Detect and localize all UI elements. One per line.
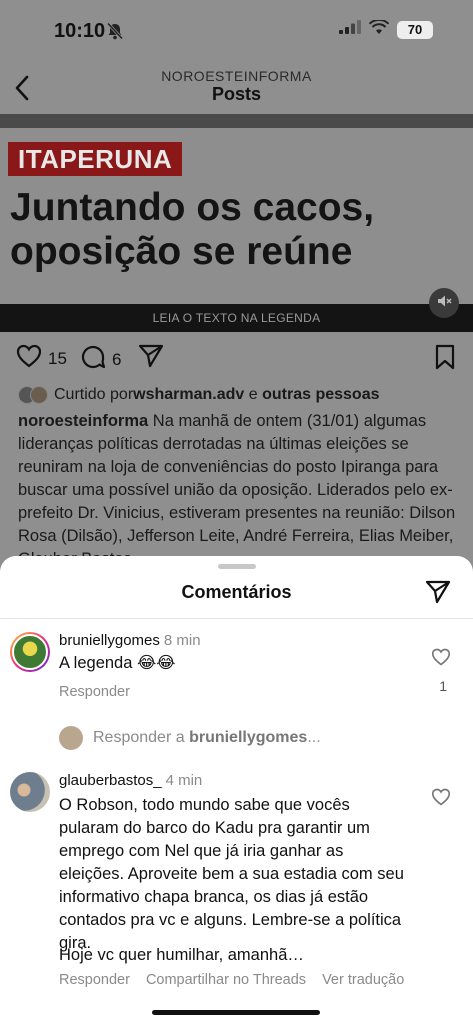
comment-icon [80, 344, 106, 375]
liked-by-prefix: Curtido por [54, 386, 134, 403]
mute-button[interactable] [429, 288, 459, 318]
sheet-title: Comentários [181, 582, 292, 602]
comment-actions: Responder Compartilhar no Threads Ver tr… [59, 972, 404, 988]
status-bar: 10:10 70 [0, 0, 473, 62]
reply-prompt-user: bruniellygomes [189, 729, 308, 746]
headline-line-2: oposição se reúne [10, 230, 353, 273]
headline: Juntando os cacos, oposição se reúne [10, 186, 470, 274]
reply-button[interactable]: Responder [59, 684, 130, 700]
heart-icon[interactable] [431, 648, 451, 671]
image-caption-strip: LEIA O TEXTO NA LEGENDA [0, 304, 473, 332]
avatar-image [12, 634, 48, 670]
liked-by-others[interactable]: outras pessoas [262, 386, 379, 404]
comment-like-count: 1 [439, 678, 447, 694]
comment-text: O Robson, todo mundo sabe que vocês pula… [59, 796, 404, 952]
comment-action[interactable]: 6 [80, 344, 121, 375]
page-title: Posts [211, 84, 262, 104]
city-tag: ITAPERUNA [8, 142, 183, 176]
comment-header: bruniellygomes 8 min [59, 632, 201, 649]
post-actions: 15 6 [0, 344, 473, 374]
reply-button[interactable]: Responder [59, 972, 130, 988]
avatar [59, 726, 83, 750]
home-indicator[interactable] [152, 1010, 320, 1015]
comments-sheet: Comentários bruniellygomes 8 min A legend… [0, 556, 473, 1024]
comment-text-continued: Hoje vc quer humilhar, amanhã… [59, 946, 304, 964]
comment-username[interactable]: bruniellygomes [59, 632, 160, 649]
send-icon[interactable] [138, 344, 164, 368]
caption-text: Na manhã de ontem (31/01) algumas lidera… [18, 412, 456, 568]
comment-count: 6 [112, 349, 122, 369]
comment-username[interactable]: glauberbastos_ [59, 772, 162, 789]
headline-line-1: Juntando os cacos, [10, 186, 375, 229]
header-account-name: NOROESTEINFORMA [161, 68, 312, 84]
liker-avatar [30, 386, 48, 404]
comment-header: glauberbastos_ 4 min [59, 772, 202, 789]
status-time: 10:10 [54, 20, 106, 42]
avatar[interactable] [10, 632, 50, 672]
signal-icon [339, 20, 361, 39]
liked-by-row[interactable]: Curtido por wsharman.adv e outras pessoa… [18, 386, 380, 404]
reply-prompt-text: Responder a bruniellygomes... [93, 729, 321, 747]
battery-indicator: 70 [397, 20, 433, 39]
wifi-icon [368, 18, 390, 39]
avatar[interactable] [10, 772, 50, 812]
sheet-grabber[interactable] [218, 564, 256, 569]
reply-prompt-suffix: ... [307, 729, 321, 746]
comment-time: 4 min [165, 772, 203, 789]
caption-user[interactable]: noroesteinforma [18, 412, 148, 430]
bookmark-icon[interactable] [434, 344, 456, 370]
bell-off-icon [106, 22, 124, 45]
comment-text: A legenda 😂😂 [59, 654, 176, 672]
reply-prompt[interactable]: Responder a bruniellygomes... [59, 726, 321, 750]
see-translation-link[interactable]: Ver tradução [322, 972, 404, 988]
comment-time: 8 min [163, 632, 201, 649]
send-icon[interactable] [425, 580, 451, 609]
status-indicators: 70 [339, 18, 433, 39]
mute-icon [436, 293, 452, 314]
post-header: NOROESTEINFORMA Posts [0, 62, 473, 114]
share-threads-link[interactable]: Compartilhar no Threads [146, 972, 306, 988]
like-count: 15 [48, 348, 67, 368]
reply-prompt-prefix: Responder a [93, 729, 190, 746]
divider [0, 618, 473, 619]
heart-icon[interactable] [431, 788, 451, 811]
like-action[interactable]: 15 [16, 344, 67, 373]
heart-icon [16, 344, 42, 373]
liked-by-middle: e [244, 386, 263, 403]
post-image[interactable]: ITAPERUNA Juntando os cacos, oposição se… [0, 114, 473, 334]
liked-by-user[interactable]: wsharman.adv [133, 386, 244, 404]
post-caption: noroesteinforma Na manhã de ontem (31/01… [18, 410, 458, 571]
image-top-strip [0, 114, 473, 128]
